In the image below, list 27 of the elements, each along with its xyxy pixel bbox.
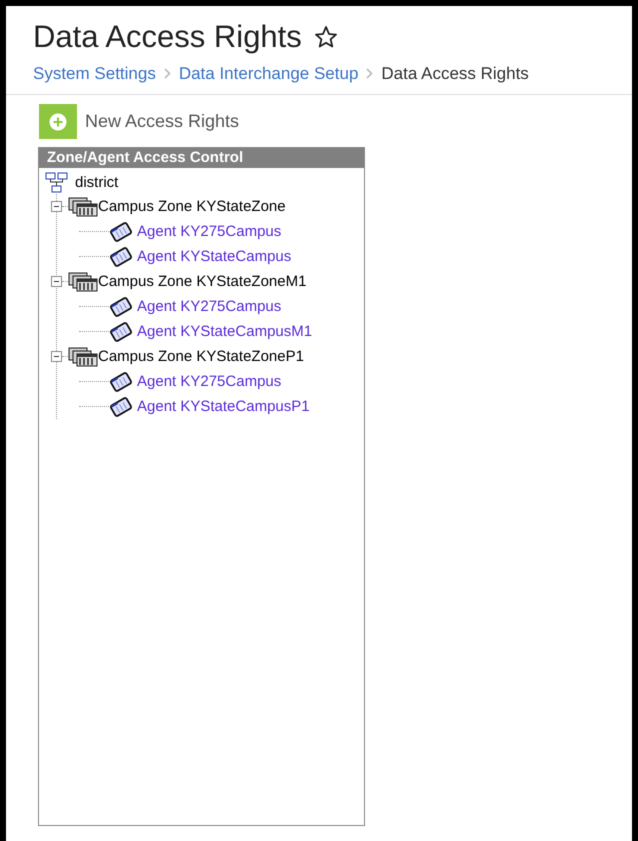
collapse-icon[interactable] [51, 276, 62, 288]
tree-node[interactable]: Campus Zone KYStateZoneM1 [98, 270, 306, 293]
server-stack-icon [68, 346, 98, 367]
tree-node[interactable]: Campus Zone KYStateZone [98, 196, 286, 218]
server-stack-icon [68, 272, 98, 292]
star-icon[interactable] [314, 25, 338, 50]
breadcrumb-link[interactable]: Data Interchange Setup [178, 60, 358, 86]
tree-node[interactable]: district [75, 172, 118, 194]
chevron-icon [164, 68, 171, 79]
page-title: Data Access Rights [33, 18, 302, 56]
collapse-icon[interactable] [51, 351, 62, 362]
panel-header: Zone/Agent Access Control [39, 148, 364, 168]
network-icon [45, 172, 69, 194]
breadcrumb-current: Data Access Rights [381, 62, 529, 85]
tree-link[interactable]: Agent KYStateCampus [137, 246, 292, 268]
collapse-icon[interactable] [51, 201, 62, 212]
tree-link[interactable]: Agent KYStateCampusP1 [137, 396, 310, 418]
new-access-rights-label[interactable]: New Access Rights [85, 108, 240, 136]
plus-circle-icon [49, 112, 67, 131]
tree-link[interactable]: Agent KY275Campus [137, 296, 282, 318]
breadcrumb-link[interactable]: System Settings [33, 60, 156, 86]
tree-link[interactable]: Agent KY275Campus [137, 370, 282, 393]
server-stack-icon [68, 196, 98, 217]
tree-link[interactable]: Agent KYStateCampusM1 [137, 320, 312, 343]
chevron-icon [366, 68, 374, 79]
tree-link[interactable]: Agent KY275Campus [137, 220, 282, 243]
tree-node[interactable]: Campus Zone KYStateZoneP1 [98, 346, 304, 368]
